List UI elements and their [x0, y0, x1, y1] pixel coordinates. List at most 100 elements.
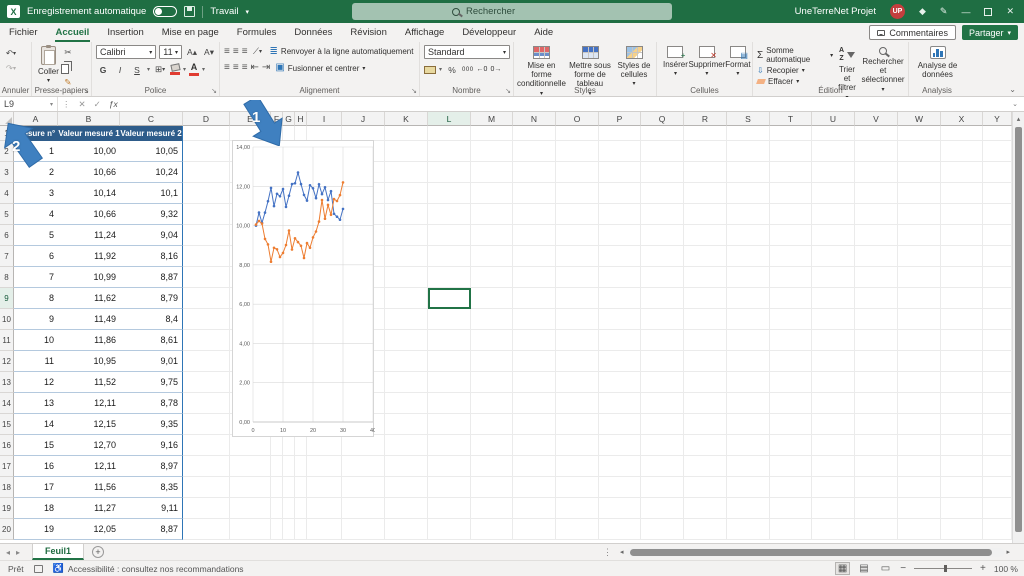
cell-U20[interactable] [812, 519, 855, 540]
align-middle-icon[interactable]: ≡ [233, 46, 239, 57]
ribbon-tab-fichier[interactable]: Fichier [0, 23, 47, 42]
cell-O18[interactable] [556, 477, 599, 498]
cell-M19[interactable] [471, 498, 513, 519]
cell-K8[interactable] [385, 267, 428, 288]
cell-T8[interactable] [770, 267, 812, 288]
cell-F19[interactable] [271, 498, 283, 519]
cell-U18[interactable] [812, 477, 855, 498]
cell-C1[interactable]: Valeur mesuré 2 [120, 126, 183, 141]
cell-W6[interactable] [898, 225, 941, 246]
paste-button[interactable]: Coller ▾ [36, 45, 61, 86]
close-button[interactable]: ✕ [1006, 6, 1014, 17]
cell-N7[interactable] [513, 246, 556, 267]
cell-L16[interactable] [428, 435, 471, 456]
cell-L12[interactable] [428, 351, 471, 372]
page-break-view-button[interactable]: ▭ [879, 563, 892, 574]
zoom-in-button[interactable]: + [980, 563, 986, 574]
cell-W1[interactable] [898, 126, 941, 141]
cell-W14[interactable] [898, 393, 941, 414]
cell-T12[interactable] [770, 351, 812, 372]
cell-K3[interactable] [385, 162, 428, 183]
cell-D14[interactable] [183, 393, 230, 414]
cell-C18[interactable]: 8,35 [120, 477, 183, 498]
cell-A6[interactable]: 5 [14, 225, 58, 246]
cell-Y18[interactable] [983, 477, 1012, 498]
cell-N15[interactable] [513, 414, 556, 435]
cell-M9[interactable] [471, 288, 513, 309]
cell-X8[interactable] [941, 267, 983, 288]
column-header-N[interactable]: N [513, 112, 556, 126]
cell-O4[interactable] [556, 183, 599, 204]
increase-decimal-button[interactable]: ←0 [477, 66, 488, 73]
cell-I16[interactable] [307, 435, 342, 456]
cell-D12[interactable] [183, 351, 230, 372]
column-header-L[interactable]: L [428, 112, 471, 126]
row-header-14[interactable]: 14 [0, 393, 14, 414]
bold-button[interactable]: G [96, 63, 110, 76]
cell-P13[interactable] [599, 372, 641, 393]
underline-chevron-icon[interactable]: ▾ [147, 66, 150, 73]
cell-S1[interactable] [727, 126, 770, 141]
cell-R14[interactable] [684, 393, 727, 414]
cell-N11[interactable] [513, 330, 556, 351]
cell-I20[interactable] [307, 519, 342, 540]
workbook-name[interactable]: Travail [210, 6, 238, 17]
cell-B3[interactable]: 10,66 [58, 162, 120, 183]
cell-F17[interactable] [271, 456, 283, 477]
column-header-J[interactable]: J [342, 112, 385, 126]
cell-K19[interactable] [385, 498, 428, 519]
cell-W8[interactable] [898, 267, 941, 288]
accessibility-status[interactable]: ♿ Accessibilité : consultez nos recomman… [53, 563, 244, 574]
merge-center-button[interactable]: ▣ Fusionner et centrer ▾ [275, 63, 365, 73]
column-header-B[interactable]: B [58, 112, 120, 126]
cell-L18[interactable] [428, 477, 471, 498]
cell-G20[interactable] [283, 519, 295, 540]
cell-P17[interactable] [599, 456, 641, 477]
cell-K7[interactable] [385, 246, 428, 267]
confirm-entry-icon[interactable]: ✓ [90, 99, 105, 110]
column-header-S[interactable]: S [727, 112, 770, 126]
row-header-7[interactable]: 7 [0, 246, 14, 267]
cell-Y20[interactable] [983, 519, 1012, 540]
cell-T13[interactable] [770, 372, 812, 393]
row-header-15[interactable]: 15 [0, 414, 14, 435]
cell-Q3[interactable] [641, 162, 684, 183]
cell-R4[interactable] [684, 183, 727, 204]
cell-O3[interactable] [556, 162, 599, 183]
align-right-icon[interactable]: ≡ [242, 63, 248, 73]
cell-W19[interactable] [898, 498, 941, 519]
cell-X15[interactable] [941, 414, 983, 435]
cell-K12[interactable] [385, 351, 428, 372]
cell-A15[interactable]: 14 [14, 414, 58, 435]
cell-C15[interactable]: 9,35 [120, 414, 183, 435]
cell-X4[interactable] [941, 183, 983, 204]
cell-N16[interactable] [513, 435, 556, 456]
cell-P5[interactable] [599, 204, 641, 225]
copy-button[interactable] [60, 64, 69, 74]
horizontal-scrollbar-thumb[interactable] [629, 548, 993, 556]
cell-W17[interactable] [898, 456, 941, 477]
cell-O12[interactable] [556, 351, 599, 372]
cell-W16[interactable] [898, 435, 941, 456]
row-header-11[interactable]: 11 [0, 330, 14, 351]
cell-Y5[interactable] [983, 204, 1012, 225]
cell-U5[interactable] [812, 204, 855, 225]
macro-record-icon[interactable] [33, 564, 43, 573]
cell-D18[interactable] [183, 477, 230, 498]
cell-S5[interactable] [727, 204, 770, 225]
cell-U9[interactable] [812, 288, 855, 309]
row-header-5[interactable]: 5 [0, 204, 14, 225]
align-bottom-icon[interactable]: ≡ [242, 46, 248, 57]
cell-V3[interactable] [855, 162, 898, 183]
cell-W12[interactable] [898, 351, 941, 372]
cell-X17[interactable] [941, 456, 983, 477]
cell-M2[interactable] [471, 141, 513, 162]
cell-G19[interactable] [283, 498, 295, 519]
cell-U16[interactable] [812, 435, 855, 456]
fill-button[interactable]: ⇩ Recopier ▾ [757, 66, 833, 75]
cell-N1[interactable] [513, 126, 556, 141]
cell-M11[interactable] [471, 330, 513, 351]
cell-F18[interactable] [271, 477, 283, 498]
cell-C20[interactable]: 8,87 [120, 519, 183, 540]
cell-X10[interactable] [941, 309, 983, 330]
